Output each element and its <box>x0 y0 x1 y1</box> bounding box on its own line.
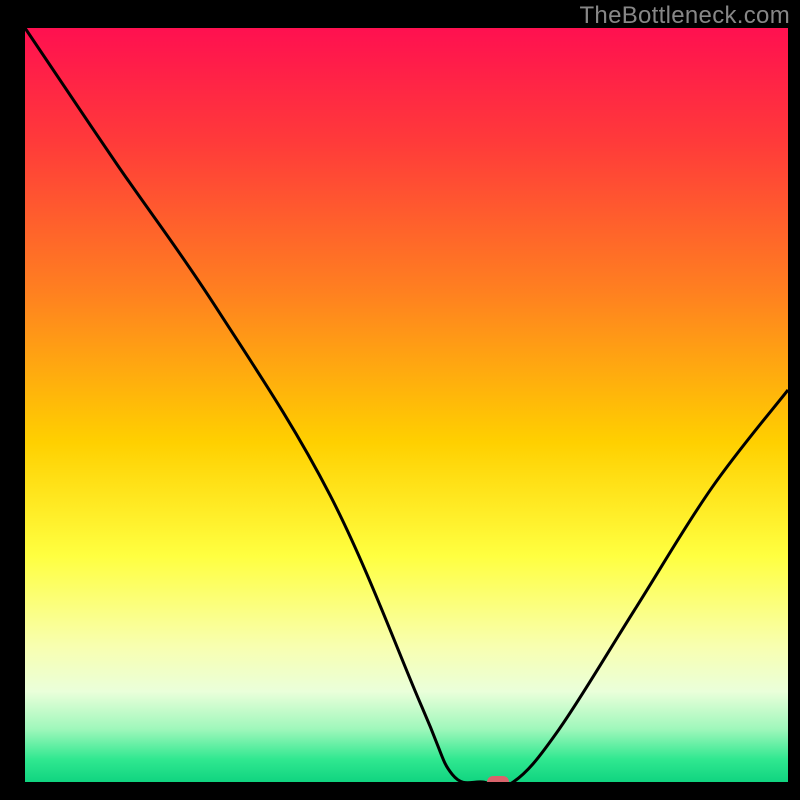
watermark-text: TheBottleneck.com <box>579 2 790 30</box>
frame-right <box>788 0 800 800</box>
frame-bottom <box>0 782 800 800</box>
bottleneck-chart <box>0 0 800 800</box>
frame-left <box>0 0 25 800</box>
